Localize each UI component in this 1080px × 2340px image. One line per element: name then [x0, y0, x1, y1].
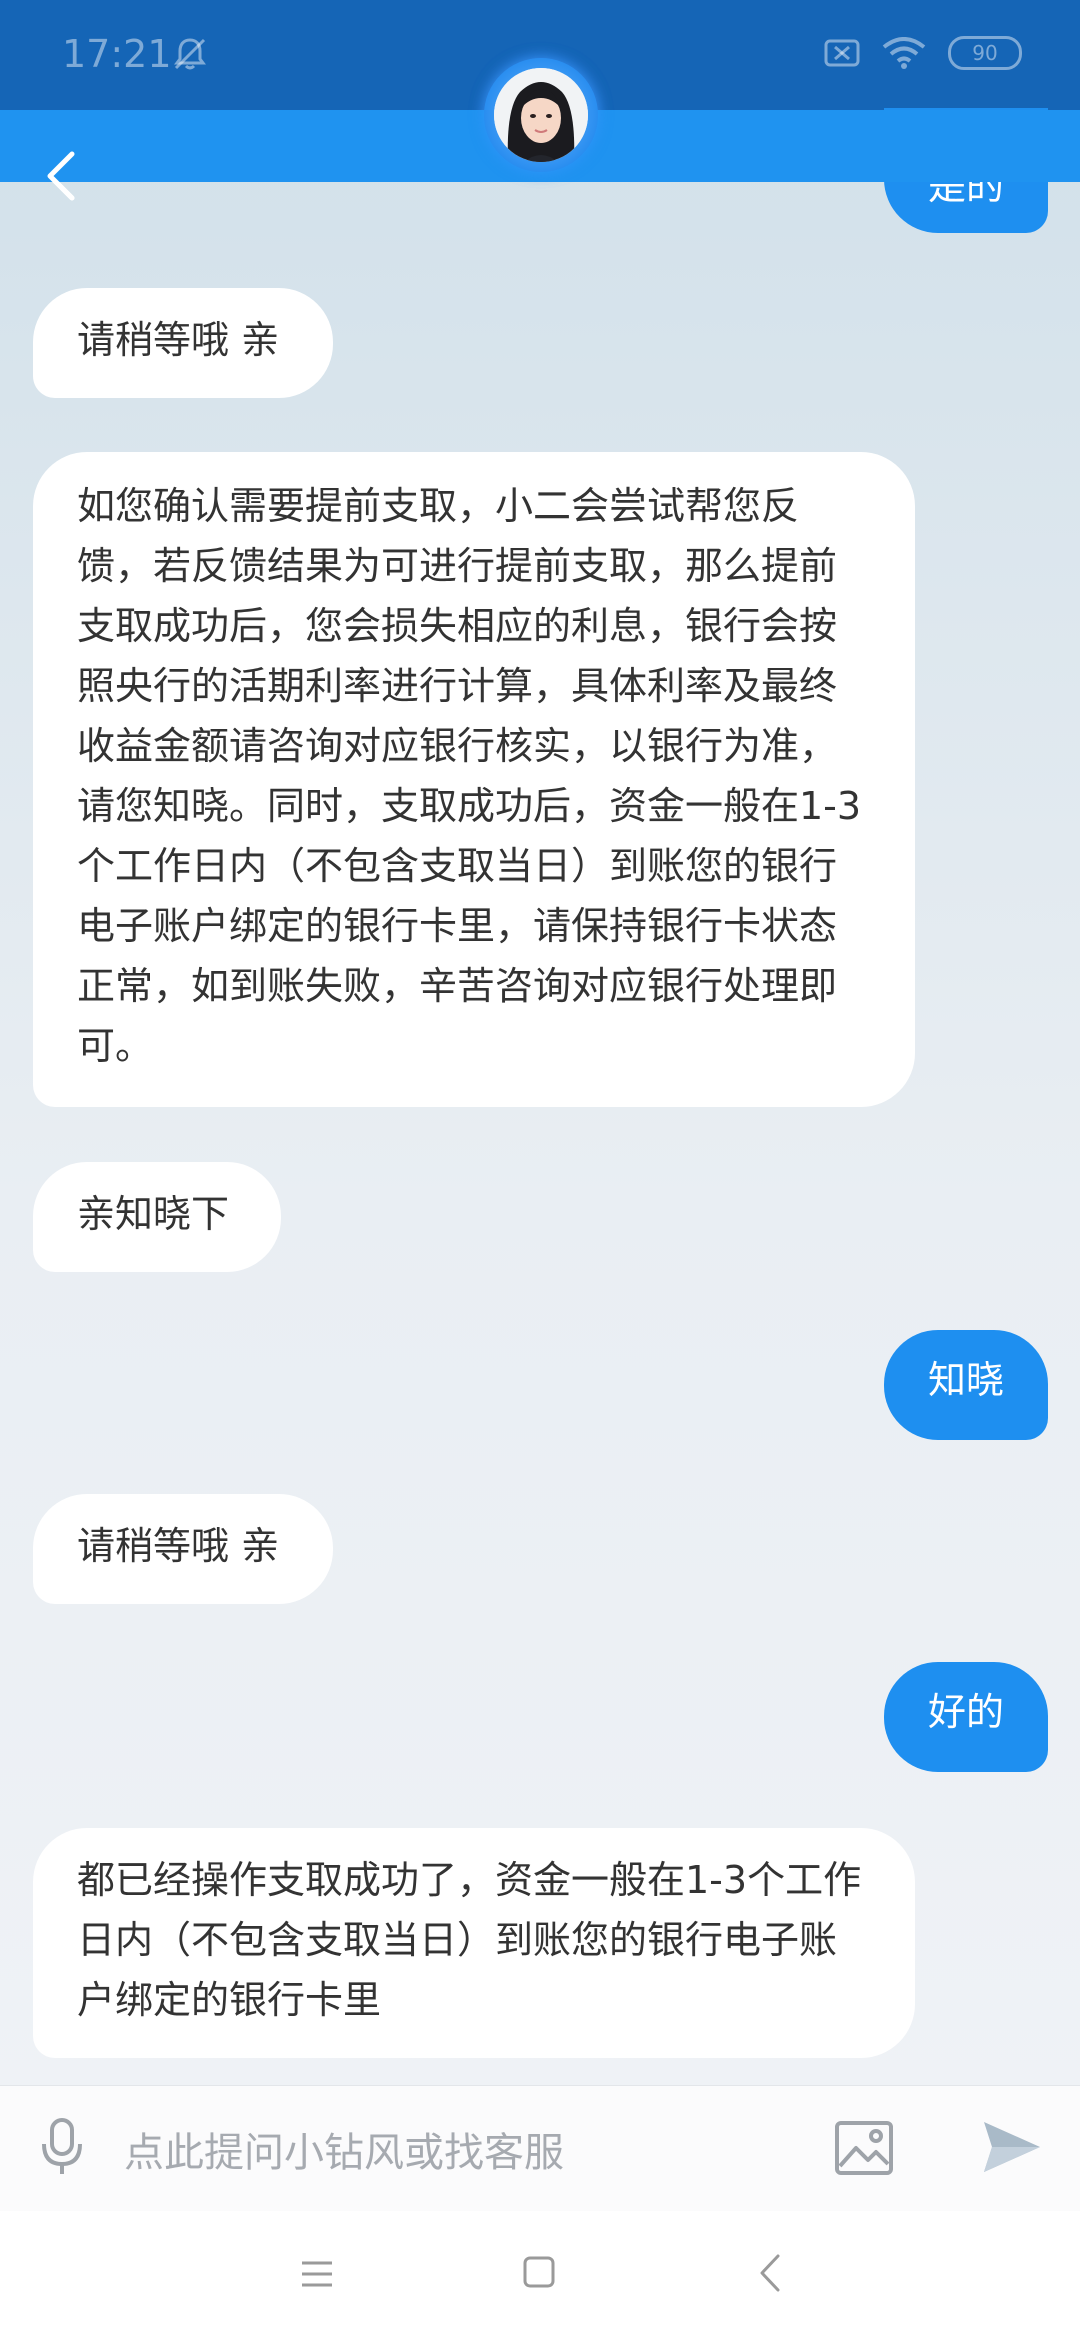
message-text: 请稍等哦 亲 — [77, 318, 280, 362]
status-icons: 90 — [824, 36, 1022, 70]
microphone-icon[interactable] — [36, 2116, 88, 2178]
battery-indicator: 90 — [948, 36, 1022, 70]
chat-bubble-user: 知晓 — [884, 1330, 1048, 1440]
message-text: 亲知晓下 — [77, 1192, 230, 1236]
back-arrow-icon[interactable] — [40, 148, 86, 204]
chat-bubble-agent: 请稍等哦 亲 — [33, 1494, 333, 1604]
sim-off-icon — [824, 39, 860, 67]
system-back-icon[interactable] — [758, 2253, 782, 2293]
wifi-icon — [882, 37, 926, 69]
home-icon[interactable] — [522, 2255, 556, 2289]
message-text: 都已经操作支取成功了，资金一般在1-3个工作日内（不包含支取当日）到账您的银行电… — [77, 1858, 862, 2022]
chat-bubble-agent: 都已经操作支取成功了，资金一般在1-3个工作日内（不包含支取当日）到账您的银行电… — [33, 1828, 915, 2058]
avatar-image — [494, 68, 588, 162]
status-time: 17:21 — [62, 32, 172, 76]
agent-avatar[interactable] — [484, 58, 598, 172]
chat-bubble-user: 好的 — [884, 1662, 1048, 1772]
message-text: 好的 — [927, 1690, 1004, 1734]
message-text: 请稍等哦 亲 — [77, 1524, 280, 1568]
message-input[interactable]: 点此提问小钻风或找客服 — [124, 2120, 564, 2178]
chat-bubble-agent: 如您确认需要提前支取，小二会尝试帮您反馈，若反馈结果为可进行提前支取，那么提前支… — [33, 452, 915, 1107]
send-icon[interactable] — [982, 2118, 1042, 2176]
message-input-bar: 点此提问小钻风或找客服 — [0, 2085, 1080, 2211]
message-text: 如您确认需要提前支取，小二会尝试帮您反馈，若反馈结果为可进行提前支取，那么提前支… — [77, 484, 862, 1068]
chat-bubble-agent: 亲知晓下 — [33, 1162, 281, 1272]
system-nav-bar — [0, 2211, 1080, 2340]
image-icon[interactable] — [834, 2120, 894, 2176]
menu-icon[interactable] — [300, 2257, 334, 2291]
message-text: 知晓 — [927, 1358, 1004, 1402]
bell-muted-icon — [174, 38, 206, 70]
chat-bubble-agent: 请稍等哦 亲 — [33, 288, 333, 398]
